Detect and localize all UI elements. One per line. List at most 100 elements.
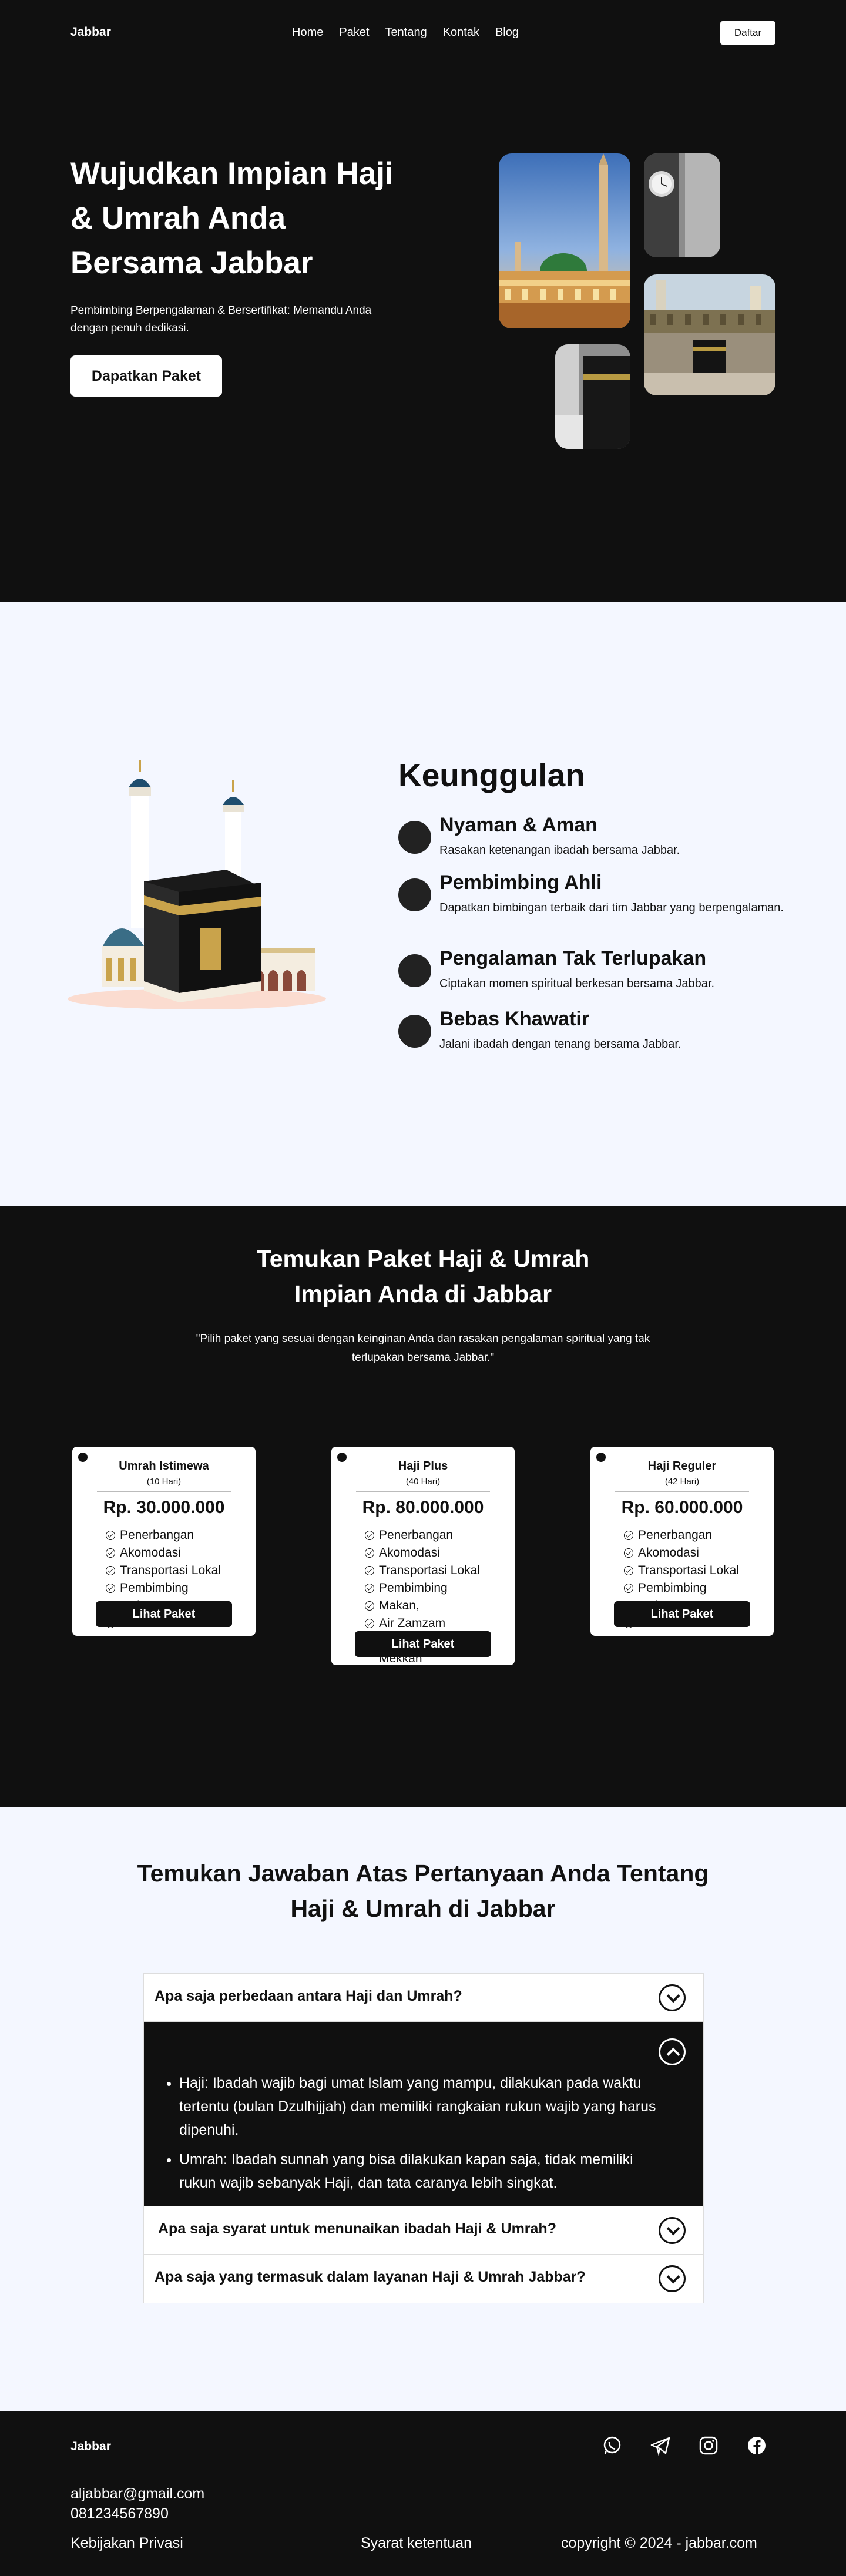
faq-question[interactable]: Apa saja syarat untuk menunaikan ibadah … — [144, 2206, 703, 2255]
faq-section: Temukan Jawaban Atas Pertanyaan Anda Ten… — [0, 1807, 846, 2411]
check-circle-icon — [106, 1566, 115, 1575]
list-item: Akomodasi — [365, 1544, 500, 1562]
packages-title: Temukan Paket Haji & Umrah Impian Anda d… — [256, 1245, 590, 1307]
package-name: Haji Reguler — [647, 1460, 717, 1473]
package-card-haji-reguler: Haji Reguler (42 Hari) Rp. 60.000.000 Pe… — [590, 1447, 774, 1636]
kaaba-close-photo — [555, 344, 630, 449]
nav-tentang-link[interactable]: Tentang — [385, 26, 427, 39]
divider — [615, 1491, 749, 1492]
hero-section: Wujudkan Impian Haji & Umrah Anda Bersam… — [0, 66, 846, 602]
faq-title: Temukan Jawaban Atas Pertanyaan Anda Ten… — [137, 1860, 709, 1922]
list-item: Umrah: Ibadah sunnah yang bisa dilakukan… — [179, 2148, 672, 2195]
list-item: Penerbangan — [624, 1527, 739, 1544]
view-package-button[interactable]: Lihat Paket — [96, 1601, 232, 1627]
check-circle-icon — [106, 1531, 115, 1540]
list-item: Makan, — [365, 1597, 500, 1615]
footer-brand[interactable]: Jabbar — [70, 2440, 111, 2454]
faq-accordion: Apa saja perbedaan antara Haji dan Umrah… — [143, 1973, 704, 2303]
brand-logo[interactable]: Jabbar — [70, 25, 111, 39]
chevron-down-icon[interactable] — [659, 1984, 686, 2011]
navbar: Jabbar Home Paket Tentang Kontak Blog Da… — [0, 0, 846, 66]
view-package-button[interactable]: Lihat Paket — [355, 1631, 491, 1657]
list-item: Penerbangan — [106, 1527, 221, 1544]
list-item: Transportasi Lokal — [624, 1562, 739, 1579]
feature-desc: Ciptakan momen spiritual berkesan bersam… — [439, 977, 715, 990]
hero-title: Wujudkan Impian Haji & Umrah Anda Bersam… — [70, 156, 394, 280]
check-circle-icon — [624, 1584, 633, 1593]
list-item: Transportasi Lokal — [365, 1562, 500, 1579]
footer-phone[interactable]: 081234567890 — [70, 2505, 169, 2523]
faq-question[interactable]: Apa saja yang termasuk dalam layanan Haj… — [144, 2255, 703, 2303]
check-circle-icon — [365, 1601, 374, 1611]
package-price: Rp. 30.000.000 — [103, 1498, 225, 1517]
nav-home-link[interactable]: Home — [292, 26, 323, 39]
package-name: Haji Plus — [398, 1460, 448, 1473]
nav-kontak-link[interactable]: Kontak — [443, 26, 479, 39]
package-card-umrah-istimewa: Umrah Istimewa (10 Hari) Rp. 30.000.000 … — [72, 1447, 256, 1636]
faq-question-text: Apa saja syarat untuk menunaikan ibadah … — [158, 2221, 556, 2237]
view-package-button[interactable]: Lihat Paket — [614, 1601, 750, 1627]
divider — [356, 1491, 490, 1492]
chevron-down-icon[interactable] — [659, 2265, 686, 2292]
list-item: Pembimbing — [365, 1579, 500, 1597]
nav-paket-link[interactable]: Paket — [339, 26, 369, 39]
copyright-text: copyright © 2024 - jabbar.com — [561, 2535, 757, 2551]
instagram-icon[interactable] — [698, 2435, 719, 2456]
page: Jabbar Home Paket Tentang Kontak Blog Da… — [0, 0, 846, 2576]
check-circle-icon — [365, 1619, 374, 1628]
whatsapp-icon[interactable] — [602, 2435, 623, 2456]
check-circle-icon — [365, 1548, 374, 1558]
kaaba-crowd-photo — [644, 274, 776, 395]
feature-title: Bebas Khawatir — [439, 1008, 590, 1030]
feature-bullet-icon — [398, 821, 431, 854]
advantages-section: Keunggulan Nyaman & Aman Rasakan ketenan… — [0, 602, 846, 1206]
package-price: Rp. 80.000.000 — [362, 1498, 484, 1517]
list-item: Air Zamzam — [365, 1615, 500, 1632]
nav-blog-link[interactable]: Blog — [495, 26, 519, 39]
list-item: Haji: Ibadah wajib bagi umat Islam yang … — [179, 2071, 672, 2142]
kaaba-illustration — [68, 752, 326, 1017]
faq-answer: Haji: Ibadah wajib bagi umat Islam yang … — [144, 2022, 703, 2206]
terms-link[interactable]: Syarat ketentuan — [361, 2535, 472, 2552]
feature-title: Pengalaman Tak Terlupakan — [439, 947, 707, 970]
social-links — [602, 2435, 767, 2456]
package-price: Rp. 60.000.000 — [621, 1498, 743, 1517]
faq-question[interactable]: Apa saja perbedaan antara Haji dan Umrah… — [144, 1974, 703, 2022]
nabawi-mosque-photo — [499, 153, 630, 328]
packages-section: Temukan Paket Haji & Umrah Impian Anda d… — [0, 1206, 846, 1807]
hero-subtitle: Pembimbing Berpengalaman & Bersertifikat… — [70, 304, 372, 334]
advantages-title: Keunggulan — [398, 757, 585, 793]
get-package-button[interactable]: Dapatkan Paket — [70, 355, 222, 397]
divider — [97, 1491, 231, 1492]
chevron-up-icon[interactable] — [659, 2038, 686, 2065]
check-circle-icon — [624, 1566, 633, 1575]
package-name: Umrah Istimewa — [119, 1460, 209, 1473]
faq-answer-list: Haji: Ibadah wajib bagi umat Islam yang … — [166, 2071, 672, 2201]
list-item: Akomodasi — [624, 1544, 739, 1562]
check-circle-icon — [106, 1584, 115, 1593]
feature-desc: Jalani ibadah dengan tenang bersama Jabb… — [439, 1038, 682, 1051]
feature-bullet-icon — [398, 878, 431, 911]
chevron-down-icon[interactable] — [659, 2217, 686, 2244]
package-duration: (10 Hari) — [146, 1477, 182, 1487]
privacy-policy-link[interactable]: Kebijakan Privasi — [70, 2535, 183, 2552]
telegram-icon[interactable] — [650, 2435, 671, 2456]
list-item: Akomodasi — [106, 1544, 221, 1562]
package-card-haji-plus: Haji Plus (40 Hari) Rp. 80.000.000 Pener… — [331, 1447, 515, 1665]
check-circle-icon — [624, 1548, 633, 1558]
list-item: Pembimbing — [624, 1579, 739, 1597]
feature-desc: Rasakan ketenangan ibadah bersama Jabbar… — [439, 844, 680, 857]
footer: Jabbar aljabbar@gmail.com 081234567890 K… — [0, 2411, 846, 2576]
list-item: Transportasi Lokal — [106, 1562, 221, 1579]
check-circle-icon — [365, 1531, 374, 1540]
feature-bullet-icon — [398, 954, 431, 987]
clock-tower-photo — [644, 153, 720, 257]
feature-desc: Dapatkan bimbingan terbaik dari tim Jabb… — [439, 901, 784, 914]
facebook-icon[interactable] — [746, 2435, 767, 2456]
check-circle-icon — [624, 1531, 633, 1540]
footer-email[interactable]: aljabbar@gmail.com — [70, 2486, 204, 2503]
package-duration: (40 Hari) — [405, 1477, 441, 1487]
faq-question-text: Apa saja yang termasuk dalam layanan Haj… — [155, 2269, 586, 2285]
check-circle-icon — [106, 1548, 115, 1558]
register-button[interactable]: Daftar — [720, 21, 776, 45]
